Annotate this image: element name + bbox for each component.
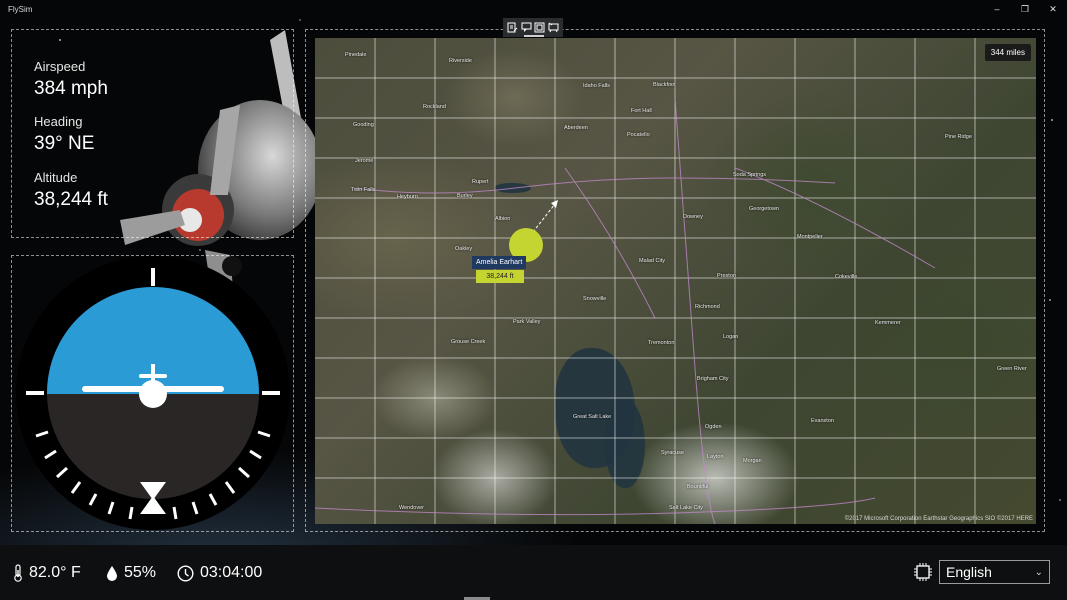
pilot-name-label: Amelia Earhart (472, 256, 527, 269)
attitude-indicator (16, 256, 290, 530)
altitude-label: Altitude (34, 170, 78, 185)
elapsed-time-readout: 03:04:00 (177, 564, 262, 582)
elapsed-time-value: 03:04:00 (200, 564, 263, 581)
title-bar: FlySim – ❐ ✕ (0, 0, 1067, 18)
temperature-value: 82.0° F (29, 564, 81, 581)
map-copyright: ©2017 Microsoft Corporation Earthstar Ge… (844, 516, 1033, 522)
airspeed-value: 384 mph (34, 78, 108, 99)
frame-icon[interactable] (534, 22, 545, 33)
heading-label: Heading (34, 114, 83, 129)
minimize-button[interactable]: – (983, 0, 1011, 18)
app-title: FlySim (8, 4, 33, 14)
processor-chip-icon (914, 563, 932, 586)
chevron-down-icon: ⌄ (1034, 567, 1043, 578)
attitude-indicator-panel (11, 255, 294, 532)
thermometer-icon (13, 564, 23, 582)
altitude-value: 38,244 ft (34, 189, 108, 210)
maximize-button[interactable]: ❐ (1011, 0, 1039, 18)
water-drop-icon (106, 565, 118, 582)
heading-arrow-icon (532, 200, 558, 233)
heading-value: 39° NE (34, 133, 95, 154)
window-controls: – ❐ ✕ (983, 0, 1067, 18)
temperature-readout: 82.0° F (13, 564, 81, 582)
language-selected-value: English (946, 564, 992, 580)
humidity-value: 55% (124, 564, 157, 581)
clock-icon (177, 564, 194, 582)
chat-icon[interactable] (521, 22, 532, 33)
layers-icon[interactable] (507, 22, 518, 33)
traffic-icon[interactable] (548, 22, 559, 33)
pin-altitude-label: 38,244 ft (476, 270, 524, 283)
humidity-readout: 55% (106, 564, 156, 582)
toolbar-active-indicator (524, 35, 544, 37)
language-select[interactable]: English ⌄ (939, 560, 1050, 584)
map-scale-badge: 344 miles (984, 44, 1031, 61)
airspeed-label: Airspeed (34, 59, 86, 74)
satellite-map[interactable]: Pinedale Riverside Rockland Idaho Falls … (315, 38, 1036, 524)
telemetry-panel: Airspeed 384 mph Heading 39° NE Altitude… (11, 29, 294, 238)
status-bar: 82.0° F 55% 03:04:00 English ⌄ (0, 545, 1067, 600)
close-button[interactable]: ✕ (1039, 0, 1067, 18)
